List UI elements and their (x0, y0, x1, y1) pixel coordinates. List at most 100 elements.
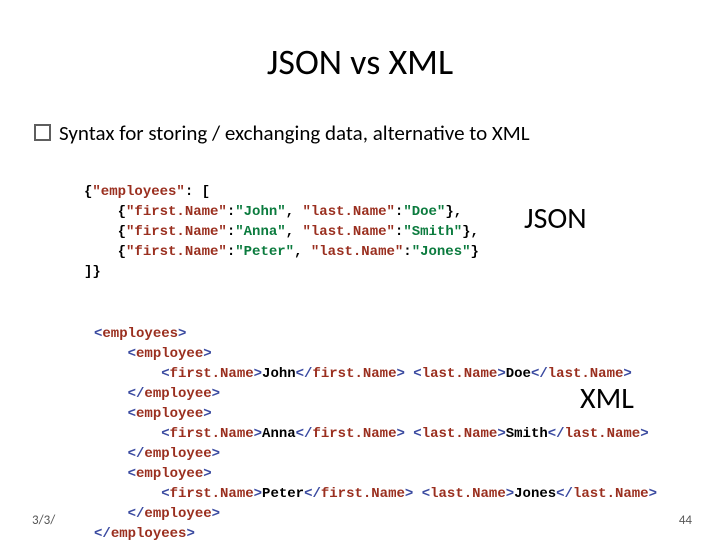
x-c-emp2: employee (144, 446, 211, 462)
x-i5 (94, 426, 161, 442)
x-r1f-ctag: first.Name (312, 366, 396, 382)
x-r1l-lt: < (413, 366, 421, 382)
json-l3-k2: "last.Name" (302, 224, 394, 240)
x-r3f-ctag: first.Name (321, 486, 405, 502)
x-i1 (94, 346, 128, 362)
x-r1f-val: John (262, 366, 296, 382)
bullet-text: Syntax for storing / exchanging data, al… (59, 120, 530, 146)
json-l1-bracket: : [ (185, 184, 210, 200)
x-i7 (94, 466, 128, 482)
x-r2l-lt: < (413, 426, 421, 442)
x-r3f-tag: first.Name (170, 486, 254, 502)
x-r3l-lt: < (422, 486, 430, 502)
json-l4-a: { (84, 244, 126, 260)
x-r2l-gt: > (497, 426, 505, 442)
x-c-emps-gt: > (186, 526, 194, 540)
json-l5: ]} (84, 264, 101, 280)
x-r3-sp (413, 486, 421, 502)
x-r2f-val: Anna (262, 426, 296, 442)
x-c-emp3: employee (144, 506, 211, 522)
x-r3l-lts: </ (556, 486, 573, 502)
x-r2f-ctag: first.Name (312, 426, 396, 442)
x-c-emp3-gt: > (212, 506, 220, 522)
json-l2-k2: "last.Name" (302, 204, 394, 220)
json-l1-key: "employees" (92, 184, 184, 200)
json-l3-i: }, (462, 224, 479, 240)
json-l3-a: { (84, 224, 126, 240)
x-i9 (94, 506, 128, 522)
x-r1f-lts: </ (296, 366, 313, 382)
x-r1l-gt: > (497, 366, 505, 382)
json-l2-e: , (286, 204, 303, 220)
x-r3l-cgt: > (649, 486, 657, 502)
x-o-emp1-lt: < (128, 346, 136, 362)
x-o-emp3-lt: < (128, 466, 136, 482)
x-i2 (94, 366, 161, 382)
json-label: JSON (524, 200, 587, 237)
json-l3-v1: "Anna" (235, 224, 285, 240)
x-r2l-val: Smith (506, 426, 548, 442)
x-r2l-lts: </ (548, 426, 565, 442)
json-l2-i: }, (445, 204, 462, 220)
x-c-emps: employees (111, 526, 187, 540)
json-l4-k1: "first.Name" (126, 244, 227, 260)
bullet-box-icon (34, 124, 51, 141)
footer-date: 3/3/ (32, 513, 55, 528)
json-l4-c: : (227, 244, 235, 260)
x-o-emp1: employee (136, 346, 203, 362)
x-o-emp2-lt: < (128, 406, 136, 422)
json-l2-k1: "first.Name" (126, 204, 227, 220)
x-r2f-tag: first.Name (170, 426, 254, 442)
json-l3-e: , (286, 224, 303, 240)
json-l4-e: , (294, 244, 311, 260)
x-o-emps: employees (102, 326, 178, 342)
x-i4 (94, 406, 128, 422)
xml-code-block: <employees> <employee> <first.Name>John<… (94, 304, 657, 540)
x-o-emp2: employee (136, 406, 203, 422)
x-i8 (94, 486, 161, 502)
json-l4-v2: "Jones" (412, 244, 471, 260)
x-o-emp1-gt: > (203, 346, 211, 362)
x-c-emp1-gt: > (212, 386, 220, 402)
x-o-emp3-gt: > (203, 466, 211, 482)
x-r1f-tag: first.Name (170, 366, 254, 382)
json-l4-g: : (403, 244, 411, 260)
xml-label: XML (580, 380, 634, 417)
x-i3 (94, 386, 128, 402)
x-r3f-gt: > (254, 486, 262, 502)
json-l3-v2: "Smith" (403, 224, 462, 240)
x-c-emp1-lts: </ (128, 386, 145, 402)
x-c-emp3-lts: </ (128, 506, 145, 522)
x-r3f-lt: < (161, 486, 169, 502)
json-l4-k2: "last.Name" (311, 244, 403, 260)
json-l4-v1: "Peter" (235, 244, 294, 260)
x-r3l-gt: > (506, 486, 514, 502)
x-r2f-lt: < (161, 426, 169, 442)
x-o-emp3: employee (136, 466, 203, 482)
x-r1l-lts: </ (531, 366, 548, 382)
json-l2-v1: "John" (235, 204, 285, 220)
x-r1l-tag: last.Name (422, 366, 498, 382)
x-c-emp2-lts: </ (128, 446, 145, 462)
x-r3f-lts: </ (304, 486, 321, 502)
x-c-emp1: employee (144, 386, 211, 402)
x-r2l-tag: last.Name (422, 426, 498, 442)
x-r3f-val: Peter (262, 486, 304, 502)
x-c-emps-lts: </ (94, 526, 111, 540)
x-r2f-cgt: > (396, 426, 404, 442)
x-r2f-gt: > (254, 426, 262, 442)
x-r1f-cgt: > (396, 366, 404, 382)
json-l3-k1: "first.Name" (126, 224, 227, 240)
x-r2l-cgt: > (640, 426, 648, 442)
x-o-emp2-gt: > (203, 406, 211, 422)
bullet-line: Syntax for storing / exchanging data, al… (34, 120, 530, 146)
json-code-block: {"employees": [ {"first.Name":"John", "l… (84, 162, 479, 302)
x-r3l-tag: last.Name (430, 486, 506, 502)
x-r3l-ctag: last.Name (573, 486, 649, 502)
x-o-emps-gt: > (178, 326, 186, 342)
json-l2-v2: "Doe" (403, 204, 445, 220)
slide: JSON vs XML Syntax for storing / exchang… (0, 0, 720, 540)
slide-title: JSON vs XML (0, 40, 720, 84)
x-r2f-lts: </ (296, 426, 313, 442)
x-r1l-val: Doe (506, 366, 531, 382)
